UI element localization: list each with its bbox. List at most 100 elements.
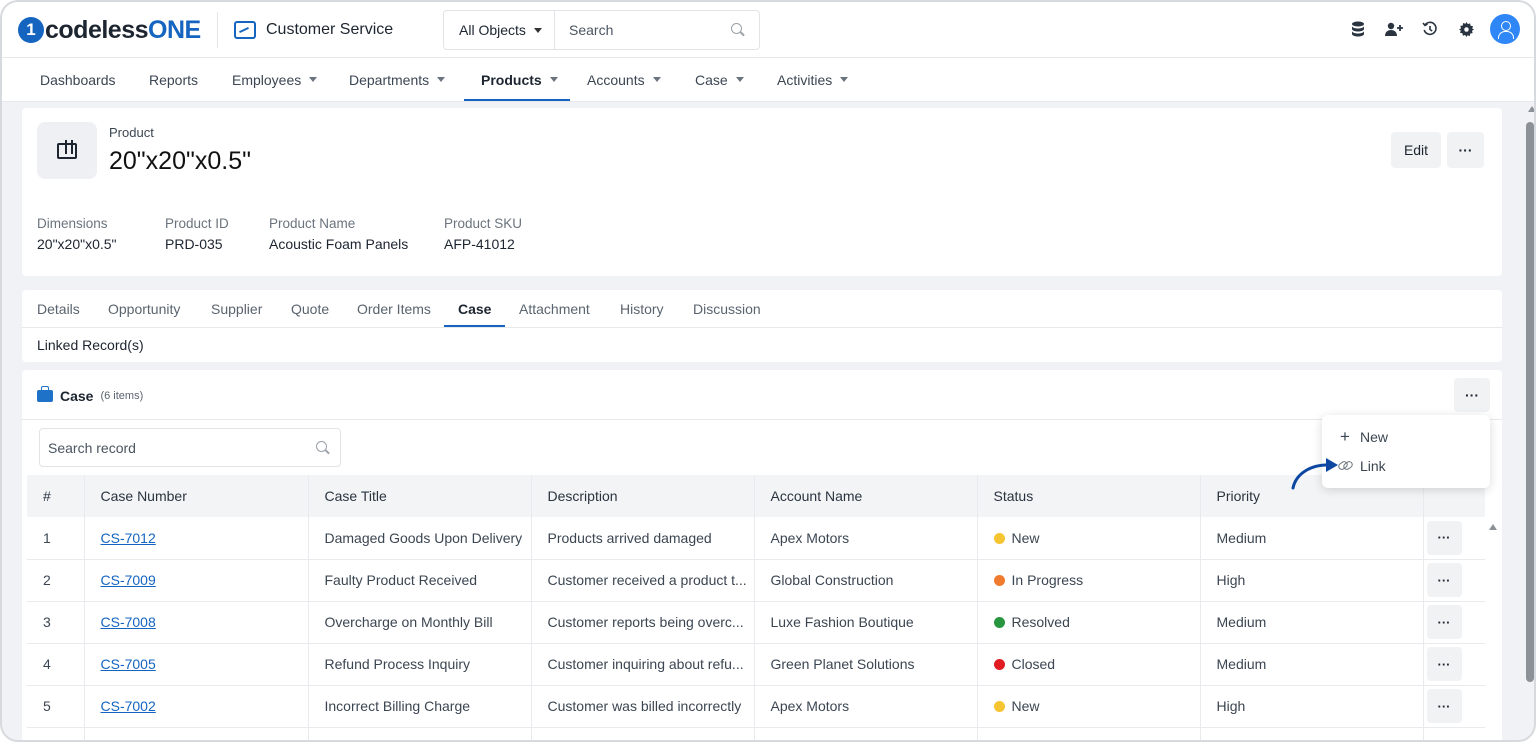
- case-number-link[interactable]: CS-7002: [84, 685, 309, 728]
- app-window: 1 codelessONE Customer Service All Objec…: [0, 0, 1536, 742]
- case-number-link[interactable]: CS-7009: [84, 559, 309, 602]
- nav-item-label: Departments: [349, 71, 430, 88]
- status-text: New: [1011, 529, 1040, 546]
- case-actions-menu: + New Link: [1322, 415, 1490, 488]
- tab-quote[interactable]: Quote: [291, 290, 329, 327]
- column-header-status[interactable]: Status: [977, 475, 1201, 517]
- case-number-link[interactable]: CS-7005: [84, 643, 309, 686]
- nav-item-case[interactable]: Case: [695, 58, 744, 101]
- case-title-cell: [308, 727, 532, 740]
- scroll-up-icon[interactable]: [1528, 106, 1534, 112]
- row-more-button[interactable]: ···: [1426, 605, 1462, 639]
- field-value: 20"x20"x0.5": [37, 236, 117, 252]
- field-value: AFP-41012: [444, 236, 515, 252]
- case-list-more-button[interactable]: ···: [1454, 378, 1490, 412]
- row-more-button[interactable]: ···: [1426, 689, 1462, 723]
- column-header-description[interactable]: Description: [531, 475, 755, 517]
- menu-item-new[interactable]: + New: [1338, 427, 1388, 447]
- priority-cell: Medium: [1200, 601, 1424, 644]
- nav-item-label: Products: [481, 71, 542, 88]
- top-bar: 1 codelessONE Customer Service All Objec…: [2, 2, 1534, 58]
- priority-cell: High: [1200, 559, 1424, 602]
- logo-text-dark: codeless: [45, 15, 149, 44]
- nav-item-dashboards[interactable]: Dashboards: [40, 58, 116, 101]
- row-actions-cell: ···: [1423, 643, 1485, 686]
- tab-order-items[interactable]: Order Items: [357, 290, 431, 327]
- table-row: 4 CS-7005 Refund Process Inquiry Custome…: [27, 643, 1485, 686]
- menu-item-link[interactable]: Link: [1338, 456, 1386, 476]
- case-list-title: Case: [60, 388, 94, 404]
- record-search-input[interactable]: Search record: [39, 428, 341, 467]
- app-switcher[interactable]: Customer Service: [234, 16, 393, 44]
- field-label: Product SKU: [444, 216, 523, 231]
- tab-details[interactable]: Details: [37, 290, 80, 327]
- caret-down-icon: [533, 27, 542, 33]
- divider: [22, 327, 1502, 328]
- logo-text: codelessONE: [45, 16, 201, 45]
- gear-icon[interactable]: [1454, 17, 1478, 41]
- add-user-icon[interactable]: [1382, 17, 1406, 41]
- nav-item-accounts[interactable]: Accounts: [587, 58, 661, 101]
- divider: [22, 419, 1502, 420]
- global-search-input[interactable]: Search: [555, 11, 759, 49]
- caret-down-icon: [735, 77, 744, 82]
- caret-down-icon: [437, 77, 446, 82]
- status-cell: Closed: [977, 643, 1201, 686]
- tab-history[interactable]: History: [620, 290, 664, 327]
- status-cell: In Progress: [977, 559, 1201, 602]
- menu-item-label: Link: [1360, 458, 1386, 474]
- logo[interactable]: 1 codelessONE: [18, 16, 201, 44]
- database-icon[interactable]: [1346, 17, 1370, 41]
- row-more-button[interactable]: ···: [1426, 647, 1462, 681]
- tab-opportunity[interactable]: Opportunity: [108, 290, 180, 327]
- account-name-cell: Apex Motors: [754, 517, 978, 560]
- row-more-button[interactable]: ···: [1426, 563, 1462, 597]
- caret-down-icon: [309, 77, 318, 82]
- tab-case[interactable]: Case: [444, 290, 505, 327]
- record-type-label: Product: [109, 125, 154, 140]
- status-dot-icon: [993, 617, 1005, 628]
- tab-discussion[interactable]: Discussion: [693, 290, 761, 327]
- status-dot-icon: [993, 701, 1005, 712]
- tab-label: Order Items: [357, 300, 431, 317]
- case-title-cell: Incorrect Billing Charge: [308, 685, 532, 728]
- user-avatar-icon[interactable]: [1490, 14, 1520, 44]
- column-header-number[interactable]: #: [27, 475, 85, 517]
- priority-cell: Medium: [1200, 517, 1424, 560]
- history-icon[interactable]: [1418, 17, 1442, 41]
- product-header-card: Product 20"x20"x0.5" Edit ··· Dimensions…: [22, 108, 1502, 276]
- nav-item-reports[interactable]: Reports: [149, 58, 198, 101]
- case-number-link[interactable]: CS-7008: [84, 601, 309, 644]
- priority-cell: [1200, 727, 1424, 740]
- case-list-header: Case (6 items): [37, 386, 143, 404]
- edit-button[interactable]: Edit: [1391, 132, 1441, 168]
- tab-supplier[interactable]: Supplier: [211, 290, 262, 327]
- scrollbar-thumb[interactable]: [1526, 122, 1534, 682]
- nav-item-label: Dashboards: [40, 71, 116, 88]
- row-actions-cell: ···: [1423, 601, 1485, 644]
- column-header-case-title[interactable]: Case Title: [308, 475, 532, 517]
- nav-item-label: Case: [695, 71, 728, 88]
- tab-attachment[interactable]: Attachment: [519, 290, 590, 327]
- case-number-cell: [84, 727, 309, 740]
- nav-item-products[interactable]: Products: [464, 58, 570, 101]
- record-search-placeholder: Search record: [48, 439, 136, 456]
- case-number-link[interactable]: CS-7012: [84, 517, 309, 560]
- nav-item-departments[interactable]: Departments: [349, 58, 446, 101]
- priority-cell: Medium: [1200, 643, 1424, 686]
- page-scrollbar[interactable]: [1524, 102, 1534, 740]
- table-scroll-up-icon[interactable]: [1489, 524, 1497, 530]
- nav-item-employees[interactable]: Employees: [232, 58, 318, 101]
- objects-select[interactable]: All Objects: [444, 11, 555, 49]
- row-more-button[interactable]: ···: [1426, 520, 1462, 555]
- linked-records-label: Linked Record(s): [37, 337, 144, 353]
- search-icon: [316, 440, 330, 455]
- record-more-button[interactable]: ···: [1447, 132, 1484, 168]
- tab-label: Case: [458, 300, 492, 317]
- row-number: 5: [27, 685, 85, 728]
- tab-label: Attachment: [519, 300, 590, 317]
- column-header-account-name[interactable]: Account Name: [754, 475, 978, 517]
- divider: [217, 12, 218, 48]
- nav-item-activities[interactable]: Activities: [777, 58, 849, 101]
- column-header-case-number[interactable]: Case Number: [84, 475, 309, 517]
